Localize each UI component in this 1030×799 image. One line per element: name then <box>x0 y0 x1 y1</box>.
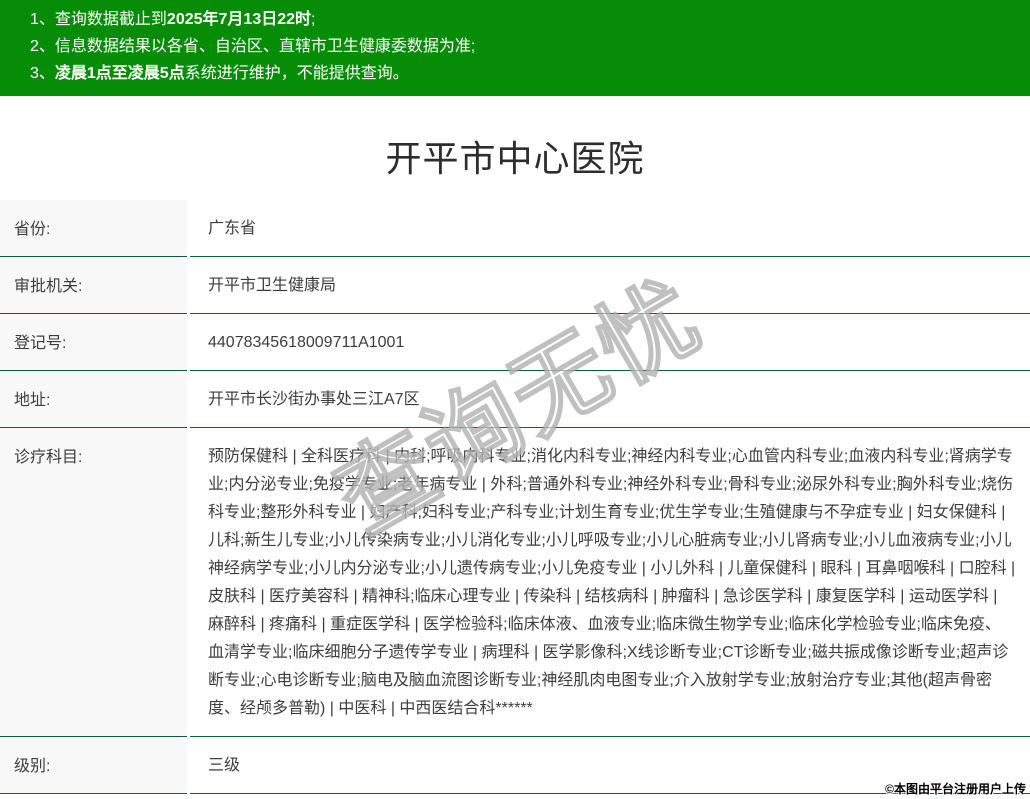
notice-banner: 1、查询数据截止到2025年7月13日22时; 2、信息数据结果以各省、自治区、… <box>0 0 1030 96</box>
row-label: 登记号: <box>0 314 187 371</box>
notice-text: 系统进行维护，不能提供查询。 <box>184 65 409 82</box>
notice-number: 3、 <box>30 65 55 82</box>
row-value: 开平市卫生健康局 <box>190 257 1030 314</box>
notice-text-bold: 2025年7月13日22时 <box>166 11 312 28</box>
notice-text: 查询数据截止到 <box>54 11 167 28</box>
platform-attribution: ©本图由平台注册用户上传 <box>885 782 1026 796</box>
row-label: 省份: <box>0 200 187 257</box>
row-value: 开平市长沙街办事处三江A7区 <box>190 371 1030 428</box>
notice-line-1: 1、查询数据截止到2025年7月13日22时; <box>30 6 1010 33</box>
notice-line-2: 2、信息数据结果以各省、自治区、直辖市卫生健康委数据为准; <box>30 33 1010 60</box>
row-label: 级别: <box>0 737 187 794</box>
notice-text-bold: 凌晨1点至凌晨5点 <box>54 65 185 82</box>
hospital-detail-page: 1、查询数据截止到2025年7月13日22时; 2、信息数据结果以各省、自治区、… <box>0 0 1030 799</box>
notice-number: 2、 <box>30 38 55 55</box>
row-level: 级别: 三级 <box>0 737 1030 794</box>
page-title: 开平市中心医院 <box>385 138 645 179</box>
row-approval-authority: 审批机关: 开平市卫生健康局 <box>0 257 1030 314</box>
row-label: 审批机关: <box>0 257 187 314</box>
row-registration-number: 登记号: 44078345618009711A1001 <box>0 314 1030 371</box>
row-label: 地址: <box>0 371 187 428</box>
row-value: 44078345618009711A1001 <box>190 314 1030 371</box>
row-value: 预防保健科 | 全科医疗科 | 内科;呼吸内科专业;消化内科专业;神经内科专业;… <box>190 428 1030 737</box>
hospital-info-table: 省份: 广东省 审批机关: 开平市卫生健康局 登记号: 440783456180… <box>0 200 1030 794</box>
row-medical-departments: 诊疗科目: 预防保健科 | 全科医疗科 | 内科;呼吸内科专业;消化内科专业;神… <box>0 428 1030 737</box>
notice-line-3: 3、凌晨1点至凌晨5点系统进行维护，不能提供查询。 <box>30 60 1010 87</box>
row-value: 广东省 <box>190 200 1030 257</box>
row-address: 地址: 开平市长沙街办事处三江A7区 <box>0 371 1030 428</box>
row-province: 省份: 广东省 <box>0 200 1030 257</box>
row-label: 诊疗科目: <box>0 428 187 737</box>
notice-text: ; <box>311 11 316 28</box>
notice-number: 1、 <box>30 11 55 28</box>
notice-text: 信息数据结果以各省、自治区、直辖市卫生健康委数据为准; <box>54 38 476 55</box>
